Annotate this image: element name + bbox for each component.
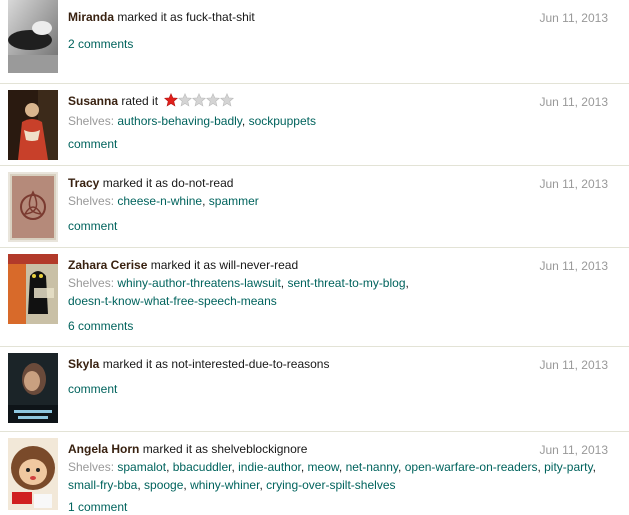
shelf-link[interactable]: indie-author — [238, 460, 301, 474]
review-item: Angela Horn marked it as shelveblockigno… — [0, 432, 629, 515]
user-avatar[interactable] — [8, 254, 58, 324]
comments-link[interactable]: comment — [68, 219, 117, 233]
review-content: Susanna rated it Shelves: authors-behavi… — [68, 93, 608, 130]
review-action: marked it as fuck-that-shit — [117, 10, 255, 24]
comments-link[interactable]: comment — [68, 382, 117, 396]
shelves-label: Shelves: — [68, 194, 115, 208]
shelves-line: Shelves: whiny-author-threatens-lawsuit,… — [68, 276, 409, 308]
review-action: rated it — [121, 94, 159, 108]
shelves-line: Shelves: spamalot, bbacuddler, indie-aut… — [68, 460, 596, 492]
shelf-link[interactable]: cheese-n-whine — [117, 194, 202, 208]
shelf-link[interactable]: sockpuppets — [249, 114, 316, 128]
shelf-link[interactable]: sent-threat-to-my-blog — [287, 276, 405, 290]
comments-link[interactable]: 2 comments — [68, 37, 133, 51]
shelves-label: Shelves: — [68, 460, 115, 474]
avatar-image — [8, 0, 58, 73]
shelves-line: Shelves: cheese-n-whine, spammer — [68, 194, 259, 208]
star-empty-icon — [192, 93, 207, 107]
star-rating — [164, 93, 235, 112]
review-item: Susanna rated it Shelves: authors-behavi… — [0, 84, 629, 166]
review-content: Angela Horn marked it as shelveblockigno… — [68, 441, 608, 494]
user-avatar[interactable] — [8, 0, 58, 73]
review-content: Skyla marked it as not-interested-due-to… — [68, 356, 608, 373]
review-action: marked it as will-never-read — [150, 258, 299, 272]
review-date[interactable]: Jun 11, 2013 — [539, 358, 608, 372]
review-action: marked it as do-not-read — [102, 176, 234, 190]
avatar-image — [8, 172, 58, 242]
review-item: Zahara Cerise marked it as will-never-re… — [0, 248, 629, 347]
comments-link[interactable]: 6 comments — [68, 319, 133, 333]
shelf-link[interactable]: open-warfare-on-readers — [405, 460, 538, 474]
user-avatar[interactable] — [8, 172, 58, 242]
avatar-image — [8, 254, 58, 324]
user-name-link[interactable]: Susanna — [68, 94, 118, 108]
shelf-link[interactable]: authors-behaving-badly — [117, 114, 242, 128]
avatar-image — [8, 353, 58, 423]
shelf-link[interactable]: whiny-whiner — [190, 478, 259, 492]
review-action: marked it as shelveblockignore — [142, 442, 308, 456]
user-avatar[interactable] — [8, 353, 58, 423]
shelf-link[interactable]: doesn-t-know-what-free-speech-means — [68, 294, 277, 308]
review-date[interactable]: Jun 11, 2013 — [539, 177, 608, 191]
shelf-link[interactable]: small-fry-bba — [68, 478, 137, 492]
review-item: Miranda marked it as fuck-that-shit Jun … — [0, 0, 629, 84]
star-empty-icon — [178, 93, 193, 107]
review-date[interactable]: Jun 11, 2013 — [539, 11, 608, 25]
avatar-image — [8, 90, 58, 160]
review-action: marked it as not-interested-due-to-reaso… — [102, 357, 330, 371]
shelves-label: Shelves: — [68, 114, 115, 128]
star-filled-icon — [164, 93, 179, 107]
comments-link[interactable]: comment — [68, 137, 117, 151]
review-item: Tracy marked it as do-not-read Shelves: … — [0, 166, 629, 248]
shelf-link[interactable]: spamalot — [117, 460, 166, 474]
star-empty-icon — [220, 93, 235, 107]
review-item: Skyla marked it as not-interested-due-to… — [0, 347, 629, 432]
shelf-link[interactable]: whiny-author-threatens-lawsuit — [117, 276, 280, 290]
shelf-link[interactable]: spooge — [144, 478, 183, 492]
review-date[interactable]: Jun 11, 2013 — [539, 259, 608, 273]
user-name-link[interactable]: Zahara Cerise — [68, 258, 147, 272]
review-date[interactable]: Jun 11, 2013 — [539, 95, 608, 109]
user-avatar[interactable] — [8, 438, 58, 510]
shelf-link[interactable]: pity-party — [544, 460, 592, 474]
user-name-link[interactable]: Angela Horn — [68, 442, 139, 456]
comments-link[interactable]: 1 comment — [68, 500, 127, 514]
review-date[interactable]: Jun 11, 2013 — [539, 443, 608, 457]
avatar-image — [8, 438, 58, 510]
user-name-link[interactable]: Miranda — [68, 10, 114, 24]
user-name-link[interactable]: Skyla — [68, 357, 99, 371]
shelf-link[interactable]: meow — [308, 460, 339, 474]
user-avatar[interactable] — [8, 90, 58, 160]
user-name-link[interactable]: Tracy — [68, 176, 99, 190]
shelves-line: Shelves: authors-behaving-badly, sockpup… — [68, 114, 316, 128]
star-empty-icon — [206, 93, 221, 107]
review-feed: Miranda marked it as fuck-that-shit Jun … — [0, 0, 629, 515]
shelf-link[interactable]: net-nanny — [346, 460, 398, 474]
review-content: Miranda marked it as fuck-that-shit — [68, 9, 608, 26]
shelf-link[interactable]: spammer — [209, 194, 259, 208]
shelf-link[interactable]: bbacuddler — [173, 460, 232, 474]
shelves-label: Shelves: — [68, 276, 115, 290]
shelf-link[interactable]: crying-over-spilt-shelves — [266, 478, 395, 492]
review-content: Zahara Cerise marked it as will-never-re… — [68, 257, 608, 310]
review-content: Tracy marked it as do-not-read Shelves: … — [68, 175, 608, 210]
